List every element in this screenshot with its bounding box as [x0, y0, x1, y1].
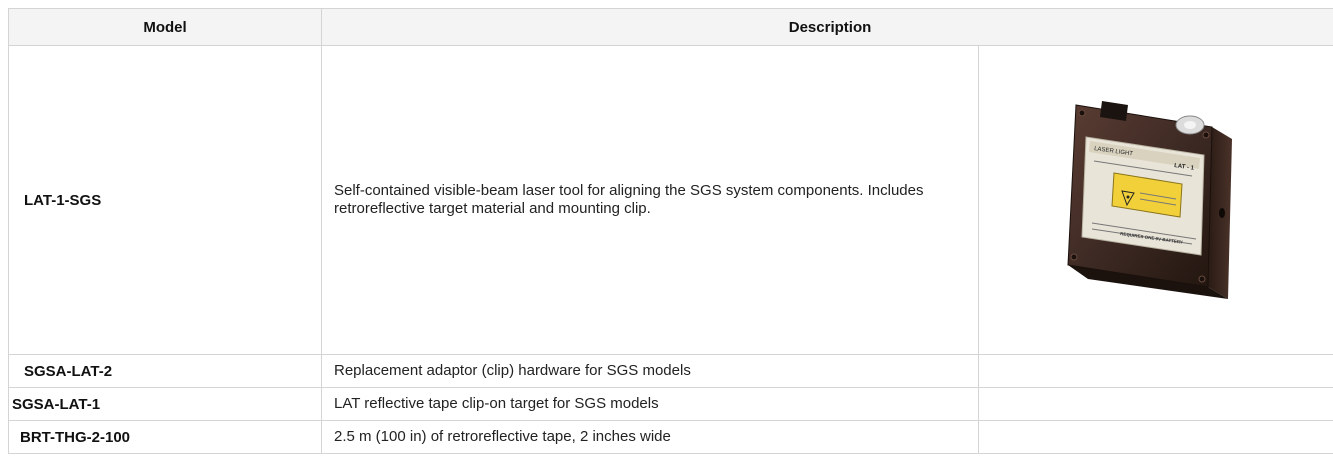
empty-cell [977, 387, 1333, 421]
table-row: BRT-THG-2-100 2.5 m (100 in) of retroref… [8, 420, 1333, 454]
model-cell: SGSA-LAT-1 [8, 387, 322, 421]
table-row: SGSA-LAT-2 Replacement adaptor (clip) ha… [8, 354, 1333, 388]
empty-cell [977, 420, 1333, 454]
description-cell: 2.5 m (100 in) of retroreflective tape, … [321, 420, 979, 454]
model-cell: BRT-THG-2-100 [8, 420, 322, 454]
column-header-description: Description [320, 8, 1333, 46]
column-header-model: Model [8, 8, 322, 46]
accessories-table: Model Description LAT-1-SGS Self-contain… [8, 8, 1333, 454]
description-cell: Self-contained visible-beam laser tool f… [321, 45, 979, 355]
model-cell: LAT-1-SGS [8, 45, 322, 355]
empty-cell [977, 354, 1333, 388]
table-row: LAT-1-SGS Self-contained visible-beam la… [8, 45, 1333, 355]
description-cell: Replacement adaptor (clip) hardware for … [321, 354, 979, 388]
description-cell: LAT reflective tape clip-on target for S… [321, 387, 979, 421]
table-row: SGSA-LAT-1 LAT reflective tape clip-on t… [8, 387, 1333, 421]
table-header-row: Model Description [8, 8, 1333, 46]
laser-alignment-tool-image: LASER LIGHT LAT - 1 REQUIRES ONE 9V BATT… [1066, 101, 1232, 299]
page: Model Description LAT-1-SGS Self-contain… [0, 0, 1333, 465]
model-cell: SGSA-LAT-2 [8, 354, 322, 388]
product-image-cell: LASER LIGHT LAT - 1 REQUIRES ONE 9V BATT… [977, 45, 1333, 355]
